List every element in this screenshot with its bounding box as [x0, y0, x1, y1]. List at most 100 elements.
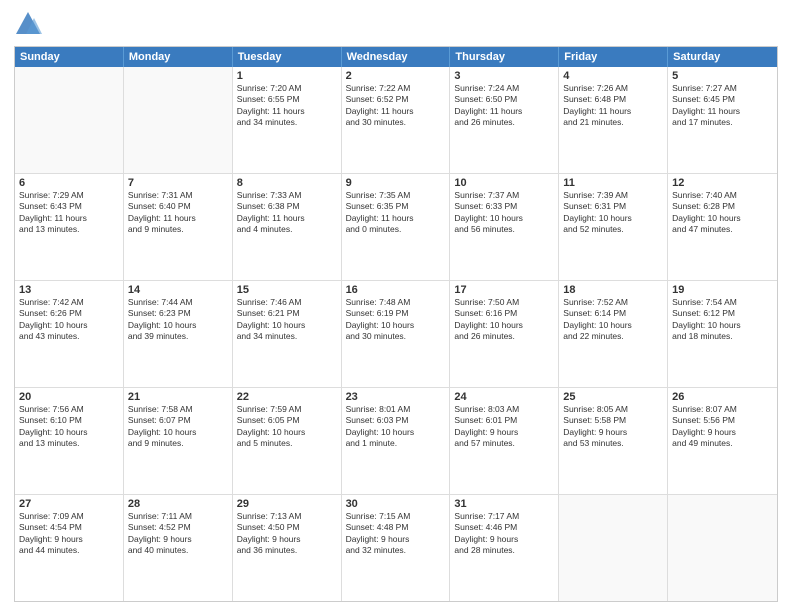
day-info: Sunrise: 7:44 AM Sunset: 6:23 PM Dayligh… [128, 297, 228, 343]
day-number: 16 [346, 284, 446, 296]
day-info: Sunrise: 7:26 AM Sunset: 6:48 PM Dayligh… [563, 83, 663, 129]
table-row: 24Sunrise: 8:03 AM Sunset: 6:01 PM Dayli… [450, 388, 559, 494]
day-number: 18 [563, 284, 663, 296]
day-number: 5 [672, 70, 773, 82]
day-info: Sunrise: 8:07 AM Sunset: 5:56 PM Dayligh… [672, 404, 773, 450]
day-info: Sunrise: 7:09 AM Sunset: 4:54 PM Dayligh… [19, 511, 119, 557]
day-info: Sunrise: 7:35 AM Sunset: 6:35 PM Dayligh… [346, 190, 446, 236]
day-info: Sunrise: 7:20 AM Sunset: 6:55 PM Dayligh… [237, 83, 337, 129]
day-number: 14 [128, 284, 228, 296]
day-number: 21 [128, 391, 228, 403]
table-row: 19Sunrise: 7:54 AM Sunset: 6:12 PM Dayli… [668, 281, 777, 387]
table-row [668, 495, 777, 601]
day-number: 13 [19, 284, 119, 296]
day-info: Sunrise: 7:48 AM Sunset: 6:19 PM Dayligh… [346, 297, 446, 343]
calendar-row-4: 20Sunrise: 7:56 AM Sunset: 6:10 PM Dayli… [15, 388, 777, 495]
day-info: Sunrise: 8:01 AM Sunset: 6:03 PM Dayligh… [346, 404, 446, 450]
table-row: 7Sunrise: 7:31 AM Sunset: 6:40 PM Daylig… [124, 174, 233, 280]
logo-icon [14, 10, 42, 38]
day-info: Sunrise: 8:05 AM Sunset: 5:58 PM Dayligh… [563, 404, 663, 450]
day-info: Sunrise: 7:11 AM Sunset: 4:52 PM Dayligh… [128, 511, 228, 557]
day-number: 11 [563, 177, 663, 189]
table-row [559, 495, 668, 601]
header [14, 10, 778, 38]
calendar-body: 1Sunrise: 7:20 AM Sunset: 6:55 PM Daylig… [15, 67, 777, 601]
table-row: 9Sunrise: 7:35 AM Sunset: 6:35 PM Daylig… [342, 174, 451, 280]
day-info: Sunrise: 7:24 AM Sunset: 6:50 PM Dayligh… [454, 83, 554, 129]
table-row: 20Sunrise: 7:56 AM Sunset: 6:10 PM Dayli… [15, 388, 124, 494]
calendar-row-1: 1Sunrise: 7:20 AM Sunset: 6:55 PM Daylig… [15, 67, 777, 174]
day-info: Sunrise: 7:15 AM Sunset: 4:48 PM Dayligh… [346, 511, 446, 557]
day-number: 3 [454, 70, 554, 82]
day-info: Sunrise: 7:56 AM Sunset: 6:10 PM Dayligh… [19, 404, 119, 450]
day-info: Sunrise: 7:42 AM Sunset: 6:26 PM Dayligh… [19, 297, 119, 343]
table-row: 3Sunrise: 7:24 AM Sunset: 6:50 PM Daylig… [450, 67, 559, 173]
table-row: 25Sunrise: 8:05 AM Sunset: 5:58 PM Dayli… [559, 388, 668, 494]
day-info: Sunrise: 7:37 AM Sunset: 6:33 PM Dayligh… [454, 190, 554, 236]
day-info: Sunrise: 7:58 AM Sunset: 6:07 PM Dayligh… [128, 404, 228, 450]
table-row: 28Sunrise: 7:11 AM Sunset: 4:52 PM Dayli… [124, 495, 233, 601]
day-info: Sunrise: 7:46 AM Sunset: 6:21 PM Dayligh… [237, 297, 337, 343]
day-info: Sunrise: 7:31 AM Sunset: 6:40 PM Dayligh… [128, 190, 228, 236]
table-row: 17Sunrise: 7:50 AM Sunset: 6:16 PM Dayli… [450, 281, 559, 387]
header-day-friday: Friday [559, 47, 668, 67]
day-info: Sunrise: 7:59 AM Sunset: 6:05 PM Dayligh… [237, 404, 337, 450]
table-row: 22Sunrise: 7:59 AM Sunset: 6:05 PM Dayli… [233, 388, 342, 494]
table-row: 1Sunrise: 7:20 AM Sunset: 6:55 PM Daylig… [233, 67, 342, 173]
day-number: 22 [237, 391, 337, 403]
day-number: 24 [454, 391, 554, 403]
day-info: Sunrise: 7:52 AM Sunset: 6:14 PM Dayligh… [563, 297, 663, 343]
table-row: 23Sunrise: 8:01 AM Sunset: 6:03 PM Dayli… [342, 388, 451, 494]
day-info: Sunrise: 7:13 AM Sunset: 4:50 PM Dayligh… [237, 511, 337, 557]
calendar-row-3: 13Sunrise: 7:42 AM Sunset: 6:26 PM Dayli… [15, 281, 777, 388]
page: SundayMondayTuesdayWednesdayThursdayFrid… [0, 0, 792, 612]
day-info: Sunrise: 7:54 AM Sunset: 6:12 PM Dayligh… [672, 297, 773, 343]
table-row: 15Sunrise: 7:46 AM Sunset: 6:21 PM Dayli… [233, 281, 342, 387]
table-row: 31Sunrise: 7:17 AM Sunset: 4:46 PM Dayli… [450, 495, 559, 601]
table-row: 18Sunrise: 7:52 AM Sunset: 6:14 PM Dayli… [559, 281, 668, 387]
day-number: 10 [454, 177, 554, 189]
calendar-row-5: 27Sunrise: 7:09 AM Sunset: 4:54 PM Dayli… [15, 495, 777, 601]
table-row: 26Sunrise: 8:07 AM Sunset: 5:56 PM Dayli… [668, 388, 777, 494]
day-info: Sunrise: 7:27 AM Sunset: 6:45 PM Dayligh… [672, 83, 773, 129]
day-number: 27 [19, 498, 119, 510]
table-row [15, 67, 124, 173]
day-number: 26 [672, 391, 773, 403]
table-row: 2Sunrise: 7:22 AM Sunset: 6:52 PM Daylig… [342, 67, 451, 173]
day-number: 29 [237, 498, 337, 510]
day-number: 7 [128, 177, 228, 189]
header-day-wednesday: Wednesday [342, 47, 451, 67]
table-row: 12Sunrise: 7:40 AM Sunset: 6:28 PM Dayli… [668, 174, 777, 280]
day-info: Sunrise: 7:17 AM Sunset: 4:46 PM Dayligh… [454, 511, 554, 557]
day-info: Sunrise: 7:22 AM Sunset: 6:52 PM Dayligh… [346, 83, 446, 129]
calendar: SundayMondayTuesdayWednesdayThursdayFrid… [14, 46, 778, 602]
day-number: 23 [346, 391, 446, 403]
logo [14, 10, 46, 38]
day-number: 15 [237, 284, 337, 296]
day-number: 2 [346, 70, 446, 82]
day-number: 28 [128, 498, 228, 510]
table-row: 30Sunrise: 7:15 AM Sunset: 4:48 PM Dayli… [342, 495, 451, 601]
table-row: 27Sunrise: 7:09 AM Sunset: 4:54 PM Dayli… [15, 495, 124, 601]
day-number: 30 [346, 498, 446, 510]
table-row [124, 67, 233, 173]
day-info: Sunrise: 7:39 AM Sunset: 6:31 PM Dayligh… [563, 190, 663, 236]
day-number: 4 [563, 70, 663, 82]
header-day-sunday: Sunday [15, 47, 124, 67]
table-row: 13Sunrise: 7:42 AM Sunset: 6:26 PM Dayli… [15, 281, 124, 387]
day-number: 20 [19, 391, 119, 403]
header-day-monday: Monday [124, 47, 233, 67]
day-info: Sunrise: 7:29 AM Sunset: 6:43 PM Dayligh… [19, 190, 119, 236]
day-number: 12 [672, 177, 773, 189]
table-row: 4Sunrise: 7:26 AM Sunset: 6:48 PM Daylig… [559, 67, 668, 173]
calendar-header: SundayMondayTuesdayWednesdayThursdayFrid… [15, 47, 777, 67]
table-row: 29Sunrise: 7:13 AM Sunset: 4:50 PM Dayli… [233, 495, 342, 601]
day-number: 1 [237, 70, 337, 82]
header-day-saturday: Saturday [668, 47, 777, 67]
day-number: 25 [563, 391, 663, 403]
day-number: 31 [454, 498, 554, 510]
header-day-thursday: Thursday [450, 47, 559, 67]
table-row: 8Sunrise: 7:33 AM Sunset: 6:38 PM Daylig… [233, 174, 342, 280]
header-day-tuesday: Tuesday [233, 47, 342, 67]
day-number: 19 [672, 284, 773, 296]
